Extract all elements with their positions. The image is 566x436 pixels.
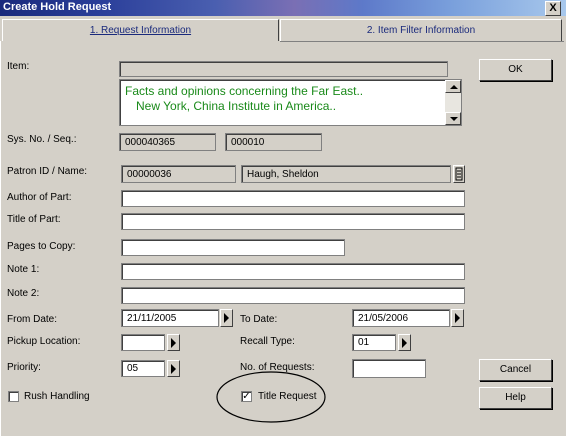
- scroll-up-icon: [450, 85, 458, 89]
- title-request-checkbox[interactable]: ✓: [241, 391, 252, 402]
- pages-to-copy-label: Pages to Copy:: [7, 241, 76, 252]
- item-label: Item:: [7, 61, 30, 72]
- cancel-button[interactable]: Cancel: [479, 359, 552, 381]
- scroll-up-button[interactable]: [445, 80, 461, 93]
- priority-label: Priority:: [7, 362, 41, 373]
- pickup-location-input[interactable]: [121, 334, 165, 351]
- sys-no-field: 000040365: [119, 133, 216, 151]
- to-date-input[interactable]: 21/05/2006: [352, 309, 450, 327]
- priority-input[interactable]: 05: [121, 360, 165, 377]
- note1-label: Note 1:: [7, 264, 40, 275]
- sys-no-label: Sys. No. / Seq.:: [7, 134, 77, 145]
- item-title-line: Facts and opinions concerning the Far Ea…: [125, 84, 364, 98]
- from-date-picker-button[interactable]: [220, 309, 233, 327]
- note1-input[interactable]: [121, 263, 465, 280]
- item-scrollbar[interactable]: [445, 80, 461, 125]
- recall-type-input[interactable]: 01: [352, 334, 396, 351]
- rush-handling-label: Rush Handling: [24, 391, 90, 402]
- title-request-label: Title Request: [258, 391, 317, 402]
- window-title: Create Hold Request: [3, 1, 112, 13]
- item-imprint-line: New York, China Institute in America..: [136, 99, 337, 113]
- list-icon: [455, 167, 463, 181]
- arrow-right-icon: [171, 363, 176, 374]
- item-bar: [119, 61, 448, 77]
- arrow-right-icon: [171, 337, 176, 348]
- seq-field: 000010: [225, 133, 322, 151]
- patron-lookup-button[interactable]: [453, 165, 465, 183]
- title-of-part-label: Title of Part:: [7, 214, 61, 225]
- priority-dropdown-button[interactable]: [167, 360, 180, 377]
- pickup-location-label: Pickup Location:: [7, 336, 81, 347]
- rush-handling-checkbox[interactable]: [8, 391, 19, 402]
- to-date-label: To Date:: [240, 314, 278, 325]
- item-description[interactable]: Facts and opinions concerning the Far Ea…: [119, 79, 462, 126]
- author-of-part-label: Author of Part:: [7, 192, 72, 203]
- pages-to-copy-input[interactable]: [121, 239, 345, 256]
- tab-item-filter-information[interactable]: 2. Item Filter Information: [280, 19, 562, 41]
- ok-button[interactable]: OK: [479, 59, 552, 81]
- close-button[interactable]: X: [545, 1, 561, 16]
- recall-type-dropdown-button[interactable]: [398, 334, 411, 351]
- title-of-part-input[interactable]: [121, 213, 465, 230]
- recall-type-label: Recall Type:: [240, 336, 295, 347]
- patron-label: Patron ID / Name:: [7, 166, 88, 177]
- note2-label: Note 2:: [7, 288, 40, 299]
- scroll-down-button[interactable]: [445, 112, 461, 125]
- arrow-right-icon: [402, 337, 407, 348]
- to-date-picker-button[interactable]: [451, 309, 464, 327]
- author-of-part-input[interactable]: [121, 190, 465, 207]
- note2-input[interactable]: [121, 287, 465, 304]
- patron-name-field: Haugh, Sheldon: [241, 165, 451, 183]
- tab-request-information[interactable]: 1. Request Information: [2, 19, 279, 41]
- arrow-right-icon: [455, 313, 460, 323]
- scroll-down-icon: [450, 117, 458, 121]
- help-button[interactable]: Help: [479, 387, 552, 409]
- from-date-input[interactable]: 21/11/2005: [121, 309, 219, 327]
- patron-id-field: 00000036: [121, 165, 236, 183]
- pickup-location-dropdown-button[interactable]: [167, 334, 180, 351]
- no-of-requests-input[interactable]: [352, 359, 426, 378]
- arrow-right-icon: [224, 313, 229, 323]
- from-date-label: From Date:: [7, 314, 58, 325]
- tab-divider: [280, 41, 564, 42]
